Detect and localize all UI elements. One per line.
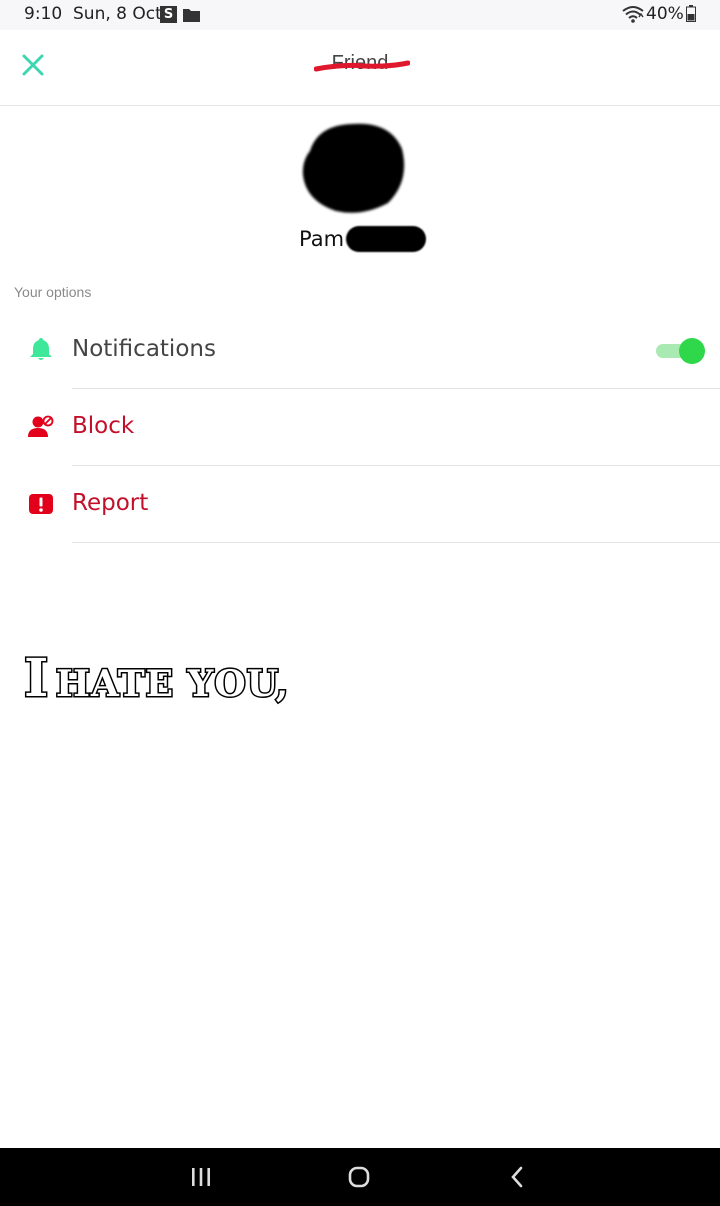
overlay-caption: I HATE YOU,	[22, 647, 290, 711]
battery-icon	[686, 5, 696, 22]
navigation-bar	[0, 1148, 720, 1206]
profile-name: Pam	[299, 227, 345, 251]
section-label: Your options	[14, 284, 92, 300]
status-time: 9:10 Sun, 8 Oct	[24, 4, 162, 24]
status-bar: 9:10 Sun, 8 Oct S 40%	[0, 0, 720, 30]
name-redaction	[346, 226, 427, 252]
report-icon	[29, 494, 53, 514]
recents-icon[interactable]	[186, 1162, 216, 1192]
header: Friend	[0, 30, 720, 106]
bell-icon	[30, 338, 52, 360]
overlay-caption-rest: HATE YOU,	[54, 662, 290, 707]
option-label-report: Report	[72, 490, 149, 516]
profile-name-row: Pam	[299, 226, 427, 256]
status-date: Sun, 8 Oct	[73, 4, 162, 24]
option-notifications[interactable]: Notifications	[0, 312, 720, 389]
block-user-icon	[28, 415, 54, 437]
option-label-notifications: Notifications	[72, 336, 216, 362]
battery-percent: 40%	[646, 4, 684, 24]
option-label-block: Block	[72, 413, 135, 439]
wifi-icon	[622, 6, 644, 23]
home-icon[interactable]	[344, 1162, 374, 1192]
option-report[interactable]: Report	[0, 466, 720, 543]
overlay-caption-first: I	[22, 647, 50, 711]
toggle-thumb	[679, 338, 705, 364]
s-app-icon: S	[160, 6, 177, 23]
divider	[72, 542, 720, 543]
folder-icon	[183, 9, 200, 22]
notifications-toggle[interactable]	[656, 338, 706, 364]
status-clock: 9:10	[24, 4, 63, 24]
title-strikethrough	[314, 60, 410, 72]
back-icon[interactable]	[502, 1162, 532, 1192]
option-block[interactable]: Block	[0, 389, 720, 466]
avatar-redacted	[302, 123, 405, 213]
